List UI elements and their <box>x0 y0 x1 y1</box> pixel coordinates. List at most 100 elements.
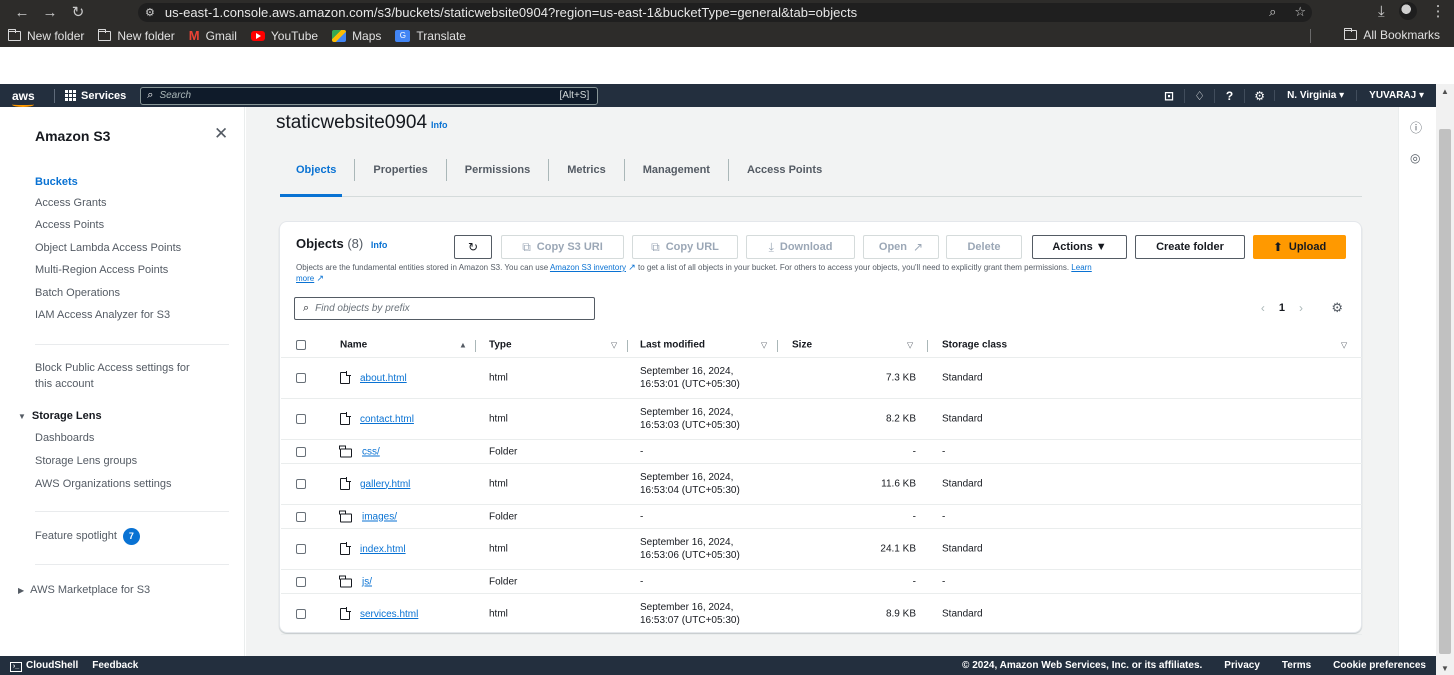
profile-avatar[interactable] <box>1398 2 1417 20</box>
copy-s3-uri-button[interactable]: ⧉ Copy S3 URI <box>501 235 624 259</box>
url-text[interactable]: us-east-1.console.aws.amazon.com/s3/buck… <box>165 5 857 20</box>
object-link[interactable]: images/ <box>362 511 397 522</box>
download-icon[interactable]: ⤓ <box>1378 3 1385 20</box>
info-link[interactable]: Info <box>431 120 448 130</box>
info-icon[interactable]: ⓘ <box>1410 119 1422 136</box>
sidebar-item-buckets[interactable]: Buckets <box>35 176 78 188</box>
object-filter-input[interactable]: ⌕ Find objects by prefix <box>294 297 595 320</box>
table-row[interactable]: contact.html html September 16, 2024, 16:53… <box>281 399 1362 440</box>
close-icon[interactable]: ✕ <box>214 124 228 144</box>
sidebar-item-object-lambda[interactable]: Object Lambda Access Points <box>35 242 181 254</box>
sidebar-item-iam-analyzer[interactable]: IAM Access Analyzer for S3 <box>35 309 170 321</box>
sort-icon[interactable]: ▽ <box>761 341 767 350</box>
region-selector[interactable]: N. Virginia ▾ <box>1274 90 1356 101</box>
row-checkbox[interactable] <box>296 446 306 457</box>
bookmark-maps[interactable]: Maps <box>332 29 381 43</box>
terms-link[interactable]: Terms <box>1282 660 1311 671</box>
sort-asc-icon[interactable]: ▲ <box>459 341 467 350</box>
tab-objects[interactable]: Objects <box>280 159 354 181</box>
site-info-icon[interactable]: ⚙ <box>145 6 155 19</box>
object-link[interactable]: about.html <box>360 373 407 384</box>
row-checkbox[interactable] <box>296 576 306 587</box>
tab-properties[interactable]: Properties <box>354 159 445 181</box>
privacy-link[interactable]: Privacy <box>1224 660 1260 671</box>
column-header-size[interactable]: Size <box>792 340 812 351</box>
page-number[interactable]: 1 <box>1279 302 1285 314</box>
object-link[interactable]: contact.html <box>360 414 414 425</box>
aws-logo[interactable]: aws <box>12 89 42 107</box>
object-link[interactable]: js/ <box>362 576 372 587</box>
sidebar-item-access-points[interactable]: Access Points <box>35 219 104 231</box>
cloudshell-button[interactable]: ›_ CloudShell <box>10 660 78 672</box>
sort-icon[interactable]: ▽ <box>907 341 913 350</box>
zoom-icon[interactable]: ⌕ <box>1269 4 1276 20</box>
column-header-name[interactable]: Name <box>340 340 367 351</box>
column-header-last-modified[interactable]: Last modified <box>640 340 705 351</box>
object-link[interactable]: gallery.html <box>360 479 410 490</box>
bell-icon[interactable]: ♢ <box>1184 88 1214 103</box>
scroll-thumb[interactable] <box>1439 129 1451 654</box>
chevron-left-icon[interactable]: ‹ <box>1261 301 1265 315</box>
info-link[interactable]: Info <box>371 240 388 250</box>
delete-button[interactable]: Delete <box>946 235 1022 259</box>
sidebar-item-dashboards[interactable]: Dashboards <box>35 432 94 444</box>
learn-more-link[interactable]: Learn <box>1071 263 1091 272</box>
sidebar-item-batch-operations[interactable]: Batch Operations <box>35 287 120 299</box>
cloudshell-icon[interactable]: ⊡ <box>1154 89 1184 103</box>
bookmark-translate[interactable]: G Translate <box>395 29 466 43</box>
row-checkbox[interactable] <box>296 414 306 424</box>
scroll-up-icon[interactable]: ▲ <box>1441 87 1449 96</box>
tab-access-points[interactable]: Access Points <box>727 159 840 181</box>
services-menu[interactable]: Services <box>65 90 126 102</box>
copy-url-button[interactable]: ⧉ Copy URL <box>632 235 738 259</box>
account-menu[interactable]: YUVARAJ ▾ <box>1356 90 1436 101</box>
sidebar-item-block-public-access[interactable]: Block Public Access settings for this ac… <box>35 362 190 390</box>
sidebar-item-org-settings[interactable]: AWS Organizations settings <box>35 478 172 490</box>
table-row[interactable]: js/Folder - - - <box>281 570 1362 594</box>
page-scrollbar[interactable]: ▲ ▼ <box>1436 84 1454 675</box>
table-row[interactable]: index.html html September 16, 2024, 16:53:0… <box>281 529 1362 570</box>
open-button[interactable]: Open ↗ <box>863 235 939 259</box>
table-row[interactable]: about.html html September 16, 2024, 16:53:0… <box>281 358 1362 399</box>
bookmark-new-folder-1[interactable]: New folder <box>8 28 84 43</box>
cookie-preferences-link[interactable]: Cookie preferences <box>1333 660 1426 671</box>
select-all-checkbox[interactable] <box>296 340 306 350</box>
sort-icon[interactable]: ▽ <box>1341 341 1347 350</box>
sidebar-item-multi-region[interactable]: Multi-Region Access Points <box>35 264 168 276</box>
sidebar-section-marketplace[interactable]: ▶ AWS Marketplace for S3 <box>18 584 150 596</box>
learn-more-link-cont[interactable]: more <box>296 274 314 283</box>
forward-icon[interactable]: → <box>36 4 64 21</box>
upload-button[interactable]: ⬆ Upload <box>1253 235 1346 259</box>
feedback-icon[interactable]: ◎ <box>1410 151 1420 165</box>
bookmark-new-folder-2[interactable]: New folder <box>98 28 175 43</box>
sort-icon[interactable]: ▽ <box>611 341 617 350</box>
table-row[interactable]: images/Folder - - - <box>281 505 1362 529</box>
column-header-storage-class[interactable]: Storage class <box>942 340 1007 351</box>
gear-icon[interactable]: ⚙ <box>1244 88 1274 103</box>
table-row[interactable]: gallery.html html September 16, 2024, 16:53… <box>281 464 1362 505</box>
sidebar-item-access-grants[interactable]: Access Grants <box>35 197 107 209</box>
star-icon[interactable]: ☆ <box>1294 4 1306 20</box>
inventory-link[interactable]: Amazon S3 inventory <box>550 263 626 272</box>
sidebar-item-feature-spotlight[interactable]: Feature spotlight 7 <box>35 528 140 545</box>
object-link[interactable]: css/ <box>362 446 380 457</box>
create-folder-button[interactable]: Create folder <box>1135 235 1245 259</box>
help-icon[interactable]: ? <box>1214 88 1244 103</box>
console-search[interactable]: ⌕ Search [Alt+S] <box>140 86 599 105</box>
tab-metrics[interactable]: Metrics <box>548 159 624 181</box>
object-link[interactable]: index.html <box>360 544 406 555</box>
feedback-link[interactable]: Feedback <box>92 660 138 671</box>
row-checkbox[interactable] <box>296 544 306 554</box>
row-checkbox[interactable] <box>296 609 306 619</box>
sidebar-item-storage-lens-groups[interactable]: Storage Lens groups <box>35 455 137 467</box>
column-header-type[interactable]: Type <box>489 340 512 351</box>
reload-icon[interactable]: ↻ <box>64 3 92 21</box>
sidebar-section-storage-lens[interactable]: ▼ Storage Lens <box>18 410 102 422</box>
all-bookmarks[interactable]: All Bookmarks <box>1344 28 1440 42</box>
actions-dropdown[interactable]: Actions ▼ <box>1032 235 1127 259</box>
row-checkbox[interactable] <box>296 511 306 522</box>
scroll-down-icon[interactable]: ▼ <box>1441 664 1449 673</box>
row-checkbox[interactable] <box>296 479 306 489</box>
settings-icon[interactable]: ⚙ <box>1331 300 1343 316</box>
tab-management[interactable]: Management <box>623 159 728 181</box>
